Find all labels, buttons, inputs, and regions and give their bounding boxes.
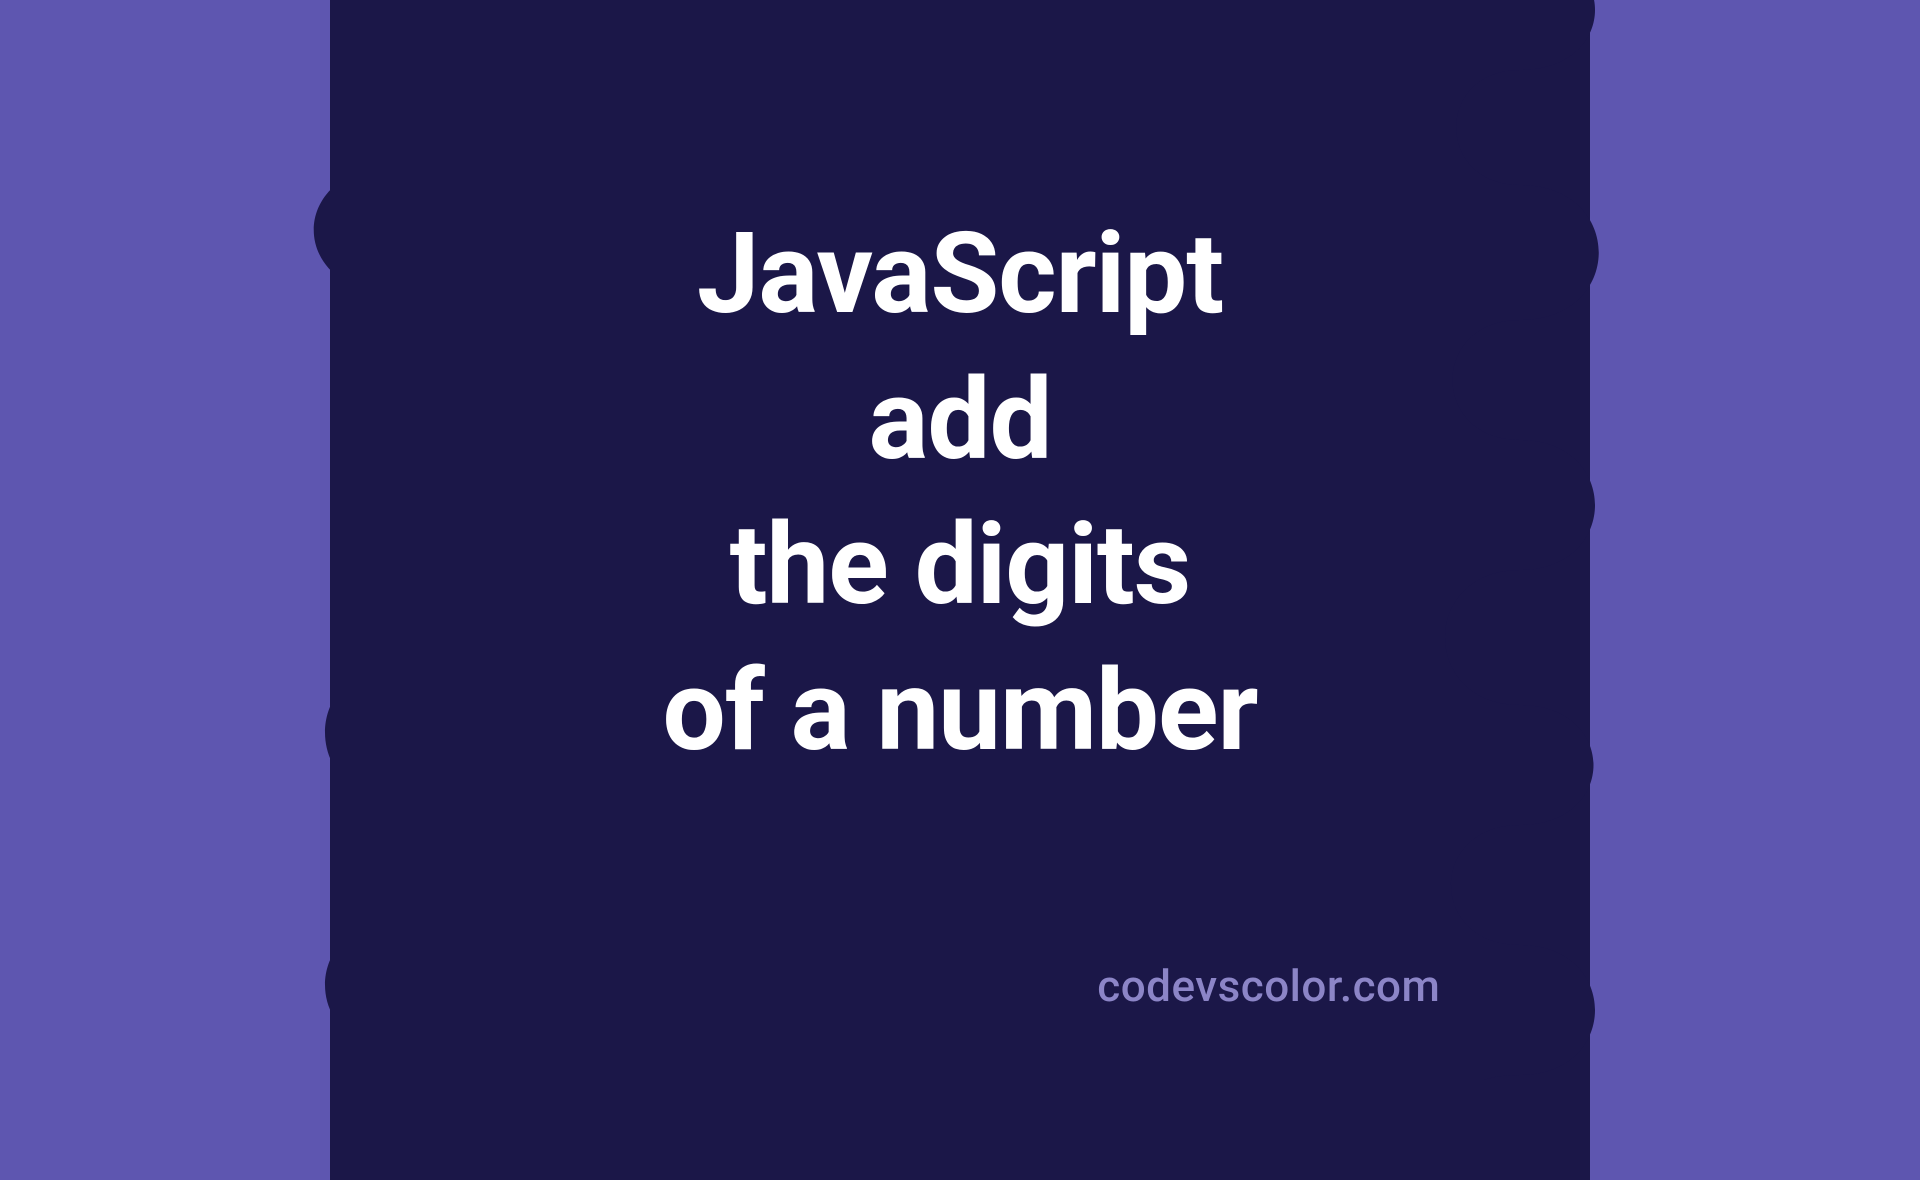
blob-right-edge xyxy=(1320,0,1920,1080)
graphic-canvas: JavaScript add the digits of a number co… xyxy=(0,0,1920,1080)
main-title: JavaScript add the digits of a number xyxy=(663,202,1258,784)
attribution-text: codevscolor.com xyxy=(1097,960,1440,1012)
